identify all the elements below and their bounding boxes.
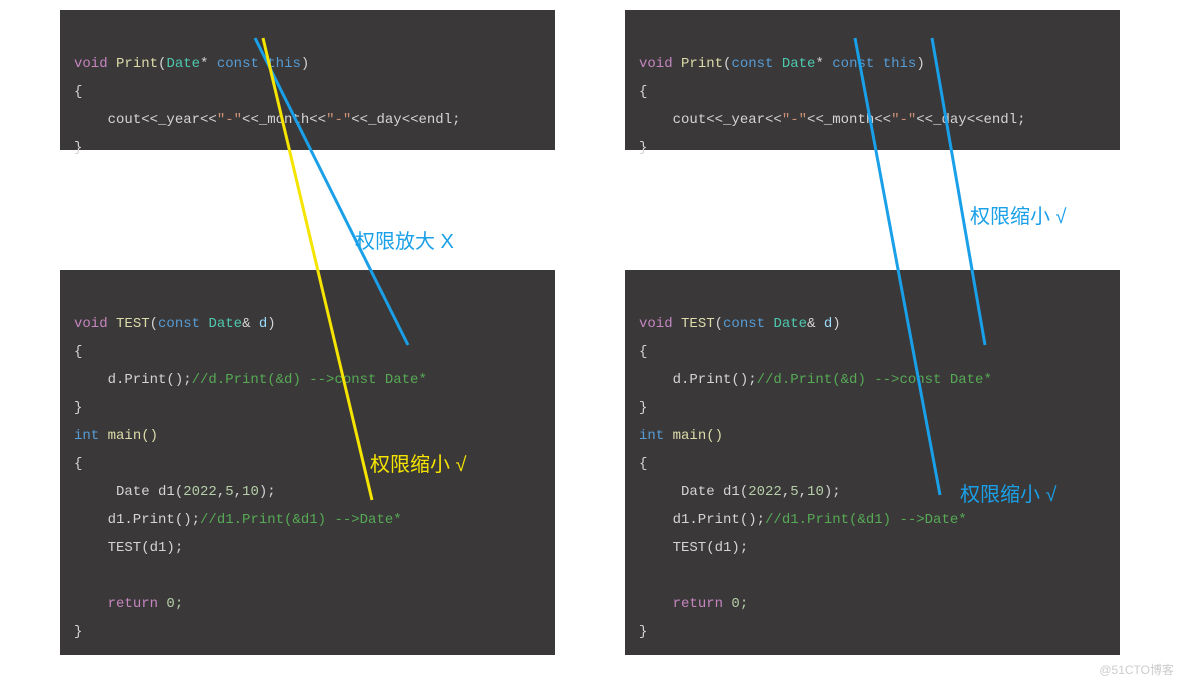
label-shrink-br: 权限缩小 √ (960, 478, 1057, 507)
kw-void: void (74, 56, 108, 72)
fn-print: Print (681, 56, 723, 72)
code-panel-top-right: void Print(const Date* const this) { cou… (625, 10, 1120, 150)
kw-void: void (639, 56, 673, 72)
label-enlarge: 权限放大 X (355, 225, 454, 254)
code-panel-bottom-right: void TEST(const Date& d) { d.Print();//d… (625, 270, 1120, 655)
fn-print: Print (116, 56, 158, 72)
label-shrink-left: 权限缩小 √ (370, 448, 467, 477)
code-panel-top-left: void Print(Date* const this) { cout<<_ye… (60, 10, 555, 150)
code-panel-bottom-left: void TEST(const Date& d) { d.Print();//d… (60, 270, 555, 655)
label-shrink-tr: 权限缩小 √ (970, 200, 1067, 229)
watermark: @51CTO博客 (1099, 661, 1174, 678)
